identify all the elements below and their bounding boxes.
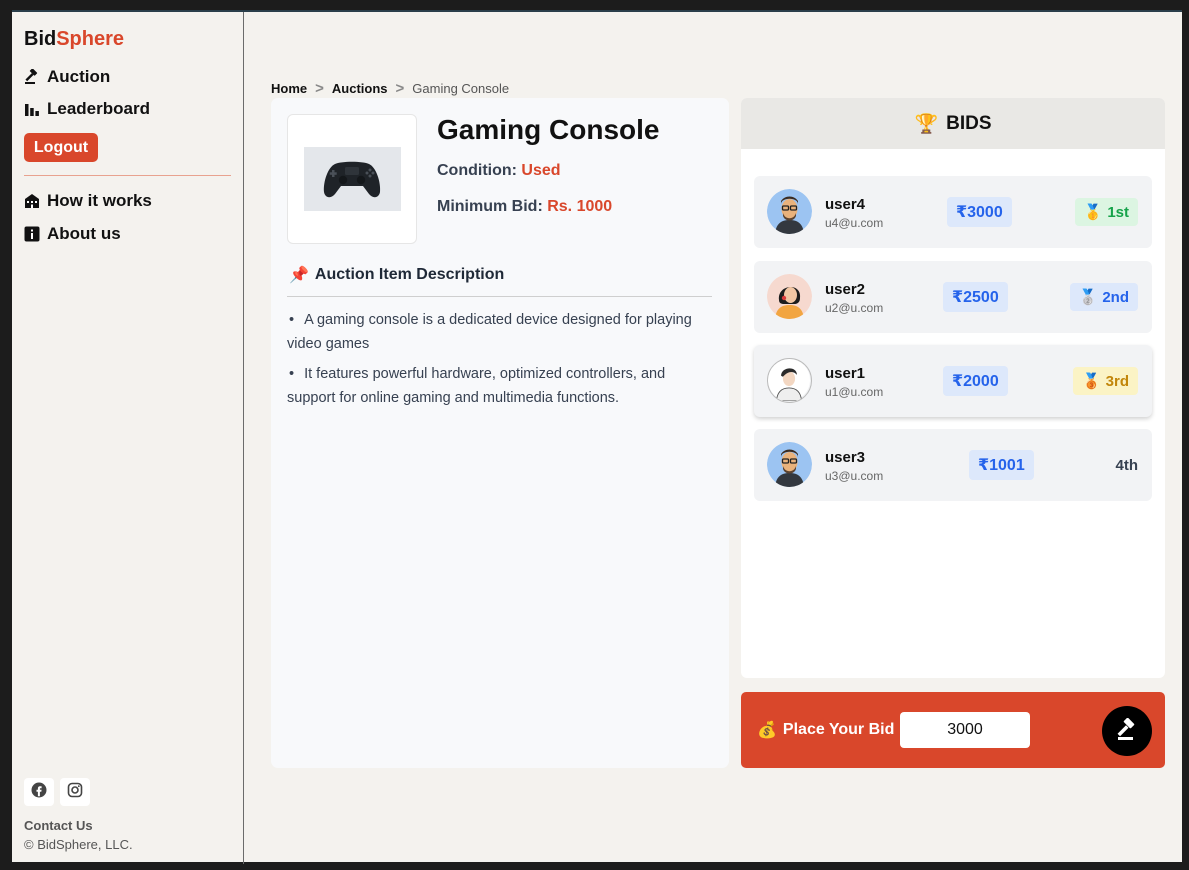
bid-amount: ₹2500 — [943, 282, 1008, 312]
sidebar-item-about-us[interactable]: About us — [24, 224, 121, 244]
sidebar-item-label: About us — [47, 224, 121, 243]
money-bag-icon: 💰 — [757, 722, 777, 739]
building-icon — [24, 193, 40, 209]
gavel-icon — [24, 69, 40, 85]
bidder-email: u3@u.com — [825, 469, 884, 483]
bronze-medal-icon: 🥉 — [1081, 373, 1101, 390]
gavel-icon — [1115, 717, 1139, 745]
sidebar-item-how-it-works[interactable]: How it works — [24, 191, 152, 211]
rank-label: 2nd — [1102, 288, 1129, 306]
brand-logo[interactable]: BidSphere — [24, 28, 124, 51]
rank-badge: 🥉 3rd — [1072, 367, 1138, 395]
gamepad-image — [303, 147, 401, 211]
item-min-bid: Minimum Bid: Rs. 1000 — [437, 198, 612, 216]
info-icon — [24, 226, 40, 242]
logout-button[interactable]: Logout — [24, 133, 98, 162]
sidebar-item-leaderboard[interactable]: Leaderboard — [24, 99, 150, 119]
breadcrumb-home[interactable]: Home — [271, 81, 307, 96]
rank-label: 4th — [1115, 456, 1139, 474]
rank-badge: 4th — [1116, 451, 1139, 479]
breadcrumb: Home > Auctions > Gaming Console — [271, 80, 509, 97]
item-condition: Condition: Used — [437, 162, 561, 180]
description-item: It features powerful hardware, optimized… — [287, 362, 707, 410]
bidder-name: user2 — [825, 281, 866, 298]
bids-title: BIDS — [946, 112, 992, 134]
description-heading-text: Auction Item Description — [314, 266, 505, 283]
contact-us-link[interactable]: Contact Us — [24, 818, 93, 833]
condition-value: Used — [521, 162, 561, 179]
description-heading: 📌 Auction Item Description — [289, 265, 504, 285]
bidder-email: u2@u.com — [825, 301, 884, 315]
breadcrumb-separator: > — [315, 80, 324, 97]
bidder-name: user3 — [825, 449, 866, 466]
breadcrumb-current: Gaming Console — [412, 81, 510, 96]
brand-part1: Bid — [24, 28, 57, 50]
bidder-email: u4@u.com — [825, 216, 884, 230]
item-image — [287, 114, 417, 244]
app-window: BidSphere Auction Leaderboard Logout How… — [12, 10, 1182, 864]
submit-bid-button[interactable] — [1102, 706, 1152, 756]
instagram-icon — [67, 782, 83, 803]
place-bid-bar: 💰 Place Your Bid — [741, 692, 1165, 768]
bid-amount: ₹1001 — [969, 450, 1034, 480]
sidebar-divider — [24, 175, 231, 176]
avatar — [767, 358, 812, 403]
bid-amount: ₹3000 — [947, 197, 1012, 227]
bid-row[interactable]: user3 u3@u.com ₹1001 4th — [754, 429, 1152, 501]
copyright-text: © BidSphere, LLC. — [24, 837, 133, 852]
instagram-button[interactable] — [60, 778, 90, 806]
condition-label: Condition: — [437, 162, 517, 179]
min-bid-value: Rs. 1000 — [547, 198, 613, 215]
gold-medal-icon: 🥇 — [1083, 204, 1103, 221]
item-title: Gaming Console — [437, 114, 660, 145]
bid-row[interactable]: user1 u1@u.com ₹2000 🥉 3rd — [754, 345, 1152, 417]
sidebar-item-label: How it works — [47, 191, 152, 210]
description-item: A gaming console is a dedicated device d… — [287, 308, 707, 356]
description-list: A gaming console is a dedicated device d… — [287, 308, 707, 416]
facebook-icon — [31, 782, 47, 803]
place-bid-text: Place Your Bid — [782, 721, 895, 738]
bid-amount-input[interactable] — [900, 712, 1030, 748]
description-divider — [287, 296, 712, 297]
avatar — [767, 274, 812, 319]
trophy-icon: 🏆 — [914, 113, 939, 135]
rank-badge: 🥇 1st — [1074, 198, 1138, 226]
bidder-name: user1 — [825, 365, 866, 382]
bidder-name: user4 — [825, 196, 866, 213]
social-links — [24, 778, 90, 806]
rank-label: 3rd — [1105, 372, 1129, 390]
sidebar-item-label: Leaderboard — [47, 99, 150, 118]
rank-badge: 🥈 2nd — [1069, 283, 1138, 311]
bids-header: 🏆 BIDS — [741, 98, 1165, 149]
avatar — [767, 189, 812, 234]
facebook-button[interactable] — [24, 778, 54, 806]
brand-part2: Sphere — [56, 28, 125, 50]
rank-label: 1st — [1107, 203, 1129, 221]
min-bid-label: Minimum Bid: — [437, 198, 543, 215]
bar-chart-icon — [24, 101, 40, 117]
bids-panel: 🏆 BIDS user4 u4@u.com ₹3000 🥇 1st user2 … — [741, 98, 1165, 678]
bidder-email: u1@u.com — [825, 385, 884, 399]
bid-row[interactable]: user2 u2@u.com ₹2500 🥈 2nd — [754, 261, 1152, 333]
bid-row[interactable]: user4 u4@u.com ₹3000 🥇 1st — [754, 176, 1152, 248]
pushpin-icon: 📌 — [289, 267, 309, 284]
bid-amount: ₹2000 — [943, 366, 1008, 396]
place-bid-label: 💰 Place Your Bid — [757, 720, 894, 740]
avatar — [767, 442, 812, 487]
silver-medal-icon: 🥈 — [1078, 289, 1098, 306]
sidebar: BidSphere Auction Leaderboard Logout How… — [12, 12, 244, 864]
breadcrumb-separator: > — [395, 80, 405, 97]
sidebar-item-label: Auction — [47, 67, 111, 86]
sidebar-item-auction[interactable]: Auction — [24, 67, 110, 87]
item-detail-card: Gaming Console Condition: Used Minimum B… — [271, 98, 729, 768]
breadcrumb-auctions[interactable]: Auctions — [332, 81, 388, 96]
